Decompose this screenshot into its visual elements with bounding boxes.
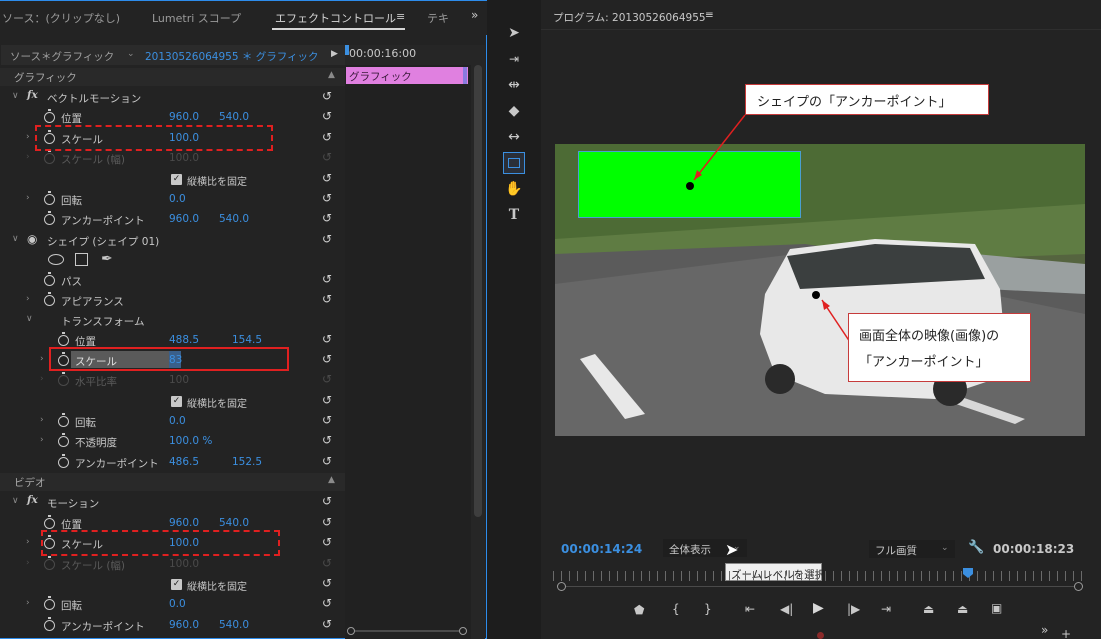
callout-image-anchor-line2: 「アンカーポイント」 (859, 355, 989, 370)
callout-shape-anchor-text: シェイプの「アンカーポイント」 (757, 95, 952, 110)
callout-image-anchor: 画面全体の映像(画像)の 「アンカーポイント」 (848, 313, 1031, 382)
callout-image-anchor-line1: 画面全体の映像(画像)の (859, 329, 1000, 344)
callout-shape-anchor: シェイプの「アンカーポイント」 (745, 84, 989, 115)
